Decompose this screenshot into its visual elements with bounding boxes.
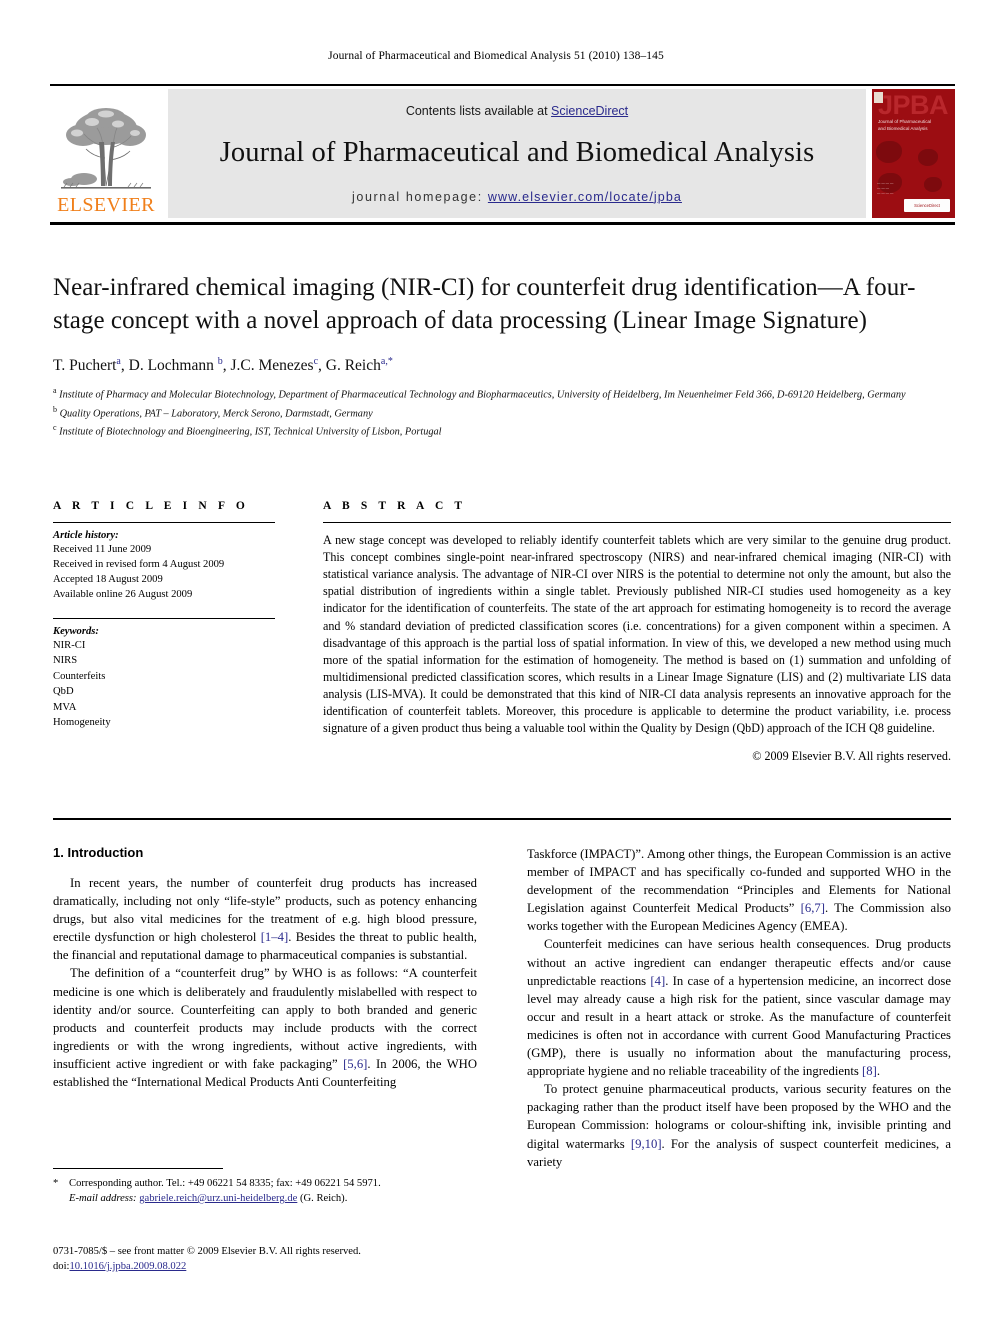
keywords-label: Keywords: [53,626,99,638]
journal-masthead: ELSEVIER Contents lists available at Sci… [50,84,955,218]
author-list: T. Pucherta, D. Lochmann b, J.C. Menezes… [53,356,393,375]
doi-link[interactable]: 10.1016/j.jpba.2009.08.022 [69,1261,186,1272]
corresponding-author-contact: Corresponding author. Tel.: +49 06221 54… [69,1178,381,1189]
cover-acronym: JPBA [878,90,949,120]
cover-sidebar-text: — — — — — — — — — — — [877,180,894,195]
article-history-item: Received in revised form 4 August 2009 [53,559,225,571]
author-name: G. Reich [325,357,381,375]
contents-prefix: Contents lists available at [405,103,552,118]
article-history-item: Accepted 18 August 2009 [53,574,163,586]
issn-line: 0731-7085/$ – see front matter © 2009 El… [53,1246,361,1257]
citation-ref[interactable]: [4] [650,974,665,988]
body-columns: 1. Introduction In recent years, the num… [53,845,951,1171]
contents-available-line: Contents lists available at ScienceDirec… [406,104,628,118]
article-info-rule [53,522,275,523]
elsevier-tree-icon [61,108,151,189]
cover-blob [918,149,938,166]
body-paragraph: Counterfeit medicines can have serious h… [527,937,952,1079]
journal-band: Contents lists available at ScienceDirec… [168,89,866,218]
author-mark: b [217,356,223,367]
journal-cover-thumbnail: JPBA Journal of Pharmaceutical and Biome… [872,89,955,218]
footnote-star-marker: * [53,1178,59,1189]
article-history-label: Article history: [53,530,119,541]
citation-ref[interactable]: [9,10] [631,1137,662,1151]
abstract-rule [323,522,951,523]
email-suffix: (G. Reich). [300,1193,348,1205]
info-abstract-row: A R T I C L E I N F O Article history: R… [53,500,951,764]
affiliation-text: Quality Operations, PAT – Laboratory, Me… [59,407,373,419]
corresponding-author-text: Corresponding author. Tel.: +49 06221 54… [69,1176,477,1206]
article-page: Journal of Pharmaceutical and Biomedical… [0,0,992,1323]
keyword-item: NIR-CI [53,640,86,652]
keyword-item: MVA [53,701,77,713]
citation-ref[interactable]: [8] [862,1064,877,1078]
cover-blob [924,177,942,192]
article-history-item: Available online 26 August 2009 [53,589,193,601]
abstract-bottom-rule [53,818,951,820]
affiliation-text: Institute of Biotechnology and Bioengine… [59,426,442,438]
doi-line: doi:10.1016/j.jpba.2009.08.022 [53,1259,477,1274]
citation-ref[interactable]: [5,6] [343,1057,367,1071]
citation-ref[interactable]: [1–4] [261,930,288,944]
cover-blob [876,141,902,163]
email-link[interactable]: gabriele.reich@urz.uni-heidelberg.de [139,1193,297,1204]
journal-homepage-line: journal homepage: www.elsevier.com/locat… [352,190,682,204]
keyword-item: Counterfeits [53,670,106,682]
affiliation-list: a Institute of Pharmacy and Molecular Bi… [53,385,933,440]
body-column-left: 1. Introduction In recent years, the num… [53,845,477,1171]
doi-label: doi: [53,1261,70,1273]
body-paragraph: Taskforce (IMPACT)”. Among other things,… [527,847,951,934]
author-mark: a [116,356,121,367]
affiliation-text: Institute of Pharmacy and Molecular Biot… [59,389,906,401]
keywords-rule [53,618,275,620]
keyword-item: QbD [53,686,74,698]
body-paragraph: The definition of a “counterfeit drug” b… [53,966,477,1090]
citation-ref[interactable]: [6,7] [801,901,825,915]
abstract-heading: A B S T R A C T [323,500,467,512]
journal-homepage-link[interactable]: www.elsevier.com/locate/jpba [488,190,682,204]
title-block: Near-infrared chemical imaging (NIR-CI) … [53,272,933,440]
cover-subtitle: Journal of Pharmaceutical and Biomedical… [878,119,932,131]
issn-doi-block: 0731-7085/$ – see front matter © 2009 El… [53,1244,477,1275]
affiliation-item: b Quality Operations, PAT – Laboratory, … [53,404,933,422]
affiliation-mark: a [53,386,57,396]
corresponding-author-note: * Corresponding author. Tel.: +49 06221 … [53,1176,477,1206]
footnote-separator [53,1168,223,1169]
author-mark: c [313,356,319,367]
journal-title: Journal of Pharmaceutical and Biomedical… [219,136,815,168]
abstract-text: A new stage concept was developed to rel… [323,533,951,736]
elsevier-wordmark: ELSEVIER [57,194,155,216]
email-label: E-mail address: [69,1193,137,1205]
abstract-copyright: © 2009 Elsevier B.V. All rights reserved… [752,749,951,764]
article-title: Near-infrared chemical imaging (NIR-CI) … [53,274,916,334]
cover-sciencedirect-badge: ScienceDirect [904,199,950,212]
article-history-item: Received 11 June 2009 [53,544,152,555]
masthead-bottom-rule [50,222,955,225]
body-column-right: Taskforce (IMPACT)”. Among other things,… [527,845,951,1171]
sciencedirect-link[interactable]: ScienceDirect [551,104,628,118]
affiliation-mark: c [53,422,57,432]
author-name: J.C. Menezes [230,357,314,375]
author-mark: a,* [380,356,393,367]
section-heading-introduction: 1. Introduction [53,845,144,860]
affiliation-mark: b [53,404,57,414]
body-paragraph: To protect genuine pharmaceutical produc… [527,1082,951,1169]
running-head: Journal of Pharmaceutical and Biomedical… [328,50,664,62]
author-name: D. Lochmann [128,357,214,375]
footnote-block: * Corresponding author. Tel.: +49 06221 … [53,1176,477,1206]
abstract-column: A B S T R A C T A new stage concept was … [323,500,951,764]
homepage-prefix: journal homepage: [352,189,488,204]
body-paragraph: In recent years, the number of counterfe… [53,876,477,963]
elsevier-logo: ELSEVIER [50,89,162,218]
author-name: T. Puchert [53,357,117,375]
affiliation-item: a Institute of Pharmacy and Molecular Bi… [53,385,933,403]
article-info-heading: A R T I C L E I N F O [53,500,249,512]
affiliation-item: c Institute of Biotechnology and Bioengi… [53,422,933,440]
keyword-item: NIRS [53,655,78,667]
article-info-column: A R T I C L E I N F O Article history: R… [53,500,275,764]
keyword-item: Homogeneity [53,716,111,728]
